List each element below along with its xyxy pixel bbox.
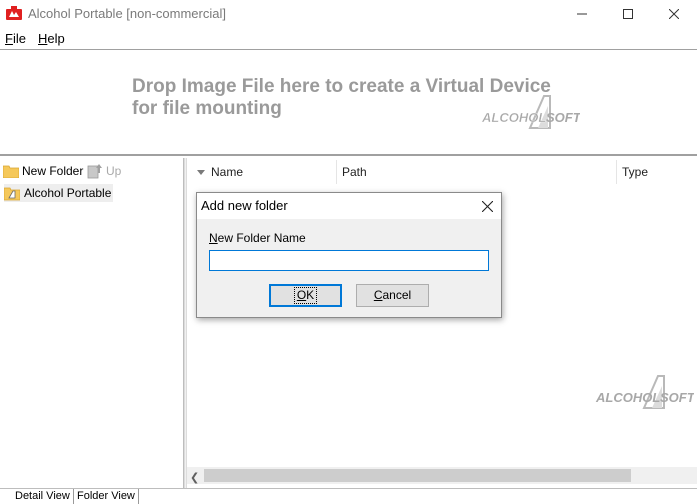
alcohol-soft-logo-watermark: ALCOHOL SOFT xyxy=(595,375,694,409)
tab-folder-view[interactable]: Folder View xyxy=(73,489,139,504)
svg-text:SOFT: SOFT xyxy=(660,390,694,405)
menu-file[interactable]: File xyxy=(5,31,26,46)
scrollbar-thumb[interactable] xyxy=(204,469,631,482)
svg-text:ALCOHOL: ALCOHOL xyxy=(595,390,660,405)
folder-icon xyxy=(3,165,19,178)
menu-bar: File Help xyxy=(0,29,697,49)
tree-item-alcohol-portable[interactable]: Alcohol Portable xyxy=(4,184,114,202)
view-tabs: Detail View Folder View xyxy=(0,488,697,504)
new-folder-button[interactable]: New Folder xyxy=(3,162,83,180)
scroll-left-icon[interactable]: ❮ xyxy=(190,471,199,484)
maximize-button[interactable] xyxy=(605,0,651,28)
close-button[interactable] xyxy=(651,0,697,28)
menu-help-accel: H xyxy=(38,31,48,46)
ok-label-rest: K xyxy=(306,288,315,302)
add-folder-dialog: Add new folder New Folder Name OK Cancel xyxy=(196,192,502,318)
pane-separator xyxy=(0,154,697,156)
dialog-close-button[interactable] xyxy=(475,195,499,217)
menu-help-label: elp xyxy=(47,31,65,46)
tab-detail-view[interactable]: Detail View xyxy=(12,489,73,504)
title-bar[interactable]: Alcohol Portable [non-commercial] xyxy=(0,0,697,28)
folder-name-input[interactable] xyxy=(209,250,489,271)
dialog-title-bar[interactable]: Add new folder xyxy=(197,193,501,219)
close-icon xyxy=(669,9,679,19)
dialog-title: Add new folder xyxy=(201,198,288,213)
sort-down-icon xyxy=(197,170,205,175)
close-icon xyxy=(481,200,493,212)
alcohol-soft-logo: ALCOHOL SOFT xyxy=(481,95,580,129)
horizontal-scrollbar[interactable]: ❮ xyxy=(187,467,697,484)
new-folder-label: New Folder xyxy=(22,164,84,178)
column-divider[interactable] xyxy=(616,160,617,184)
column-divider[interactable] xyxy=(336,160,337,184)
window-title: Alcohol Portable [non-commercial] xyxy=(28,6,226,21)
cancel-label-rest: ancel xyxy=(382,288,412,302)
folder-name-label: New Folder Name xyxy=(209,231,306,245)
menu-help[interactable]: Help xyxy=(38,31,65,46)
up-folder-icon xyxy=(87,164,102,179)
ok-accel: O xyxy=(296,288,307,302)
minimize-icon xyxy=(577,13,587,15)
column-header-path[interactable]: Path xyxy=(342,165,367,179)
up-label: Up xyxy=(106,164,122,178)
maximize-icon xyxy=(623,9,633,19)
svg-text:SOFT: SOFT xyxy=(546,110,580,125)
tree-item-label: Alcohol Portable xyxy=(24,186,112,200)
folder-panel: New Folder Up Alcohol Portable xyxy=(0,158,184,488)
image-drop-zone[interactable]: Drop Image File here to create a Virtual… xyxy=(0,50,697,154)
up-button[interactable]: Up xyxy=(87,162,121,180)
column-header-name[interactable]: Name xyxy=(211,165,243,179)
cancel-button[interactable]: Cancel xyxy=(356,284,429,307)
menu-file-label: ile xyxy=(12,31,26,46)
alcohol-folder-icon xyxy=(4,187,20,201)
menu-file-accel: F xyxy=(5,31,13,46)
folder-name-label-text: ew Folder Name xyxy=(217,231,306,245)
list-header: Name Path Type xyxy=(187,158,697,185)
svg-text:ALCOHOL: ALCOHOL xyxy=(481,110,546,125)
column-header-type[interactable]: Type xyxy=(622,165,648,179)
minimize-button[interactable] xyxy=(559,0,605,28)
ok-button[interactable]: OK xyxy=(269,284,342,307)
alcohol-app-icon xyxy=(6,6,22,20)
ok-button-label: OK xyxy=(293,287,318,304)
folder-name-accel: N xyxy=(209,231,218,245)
